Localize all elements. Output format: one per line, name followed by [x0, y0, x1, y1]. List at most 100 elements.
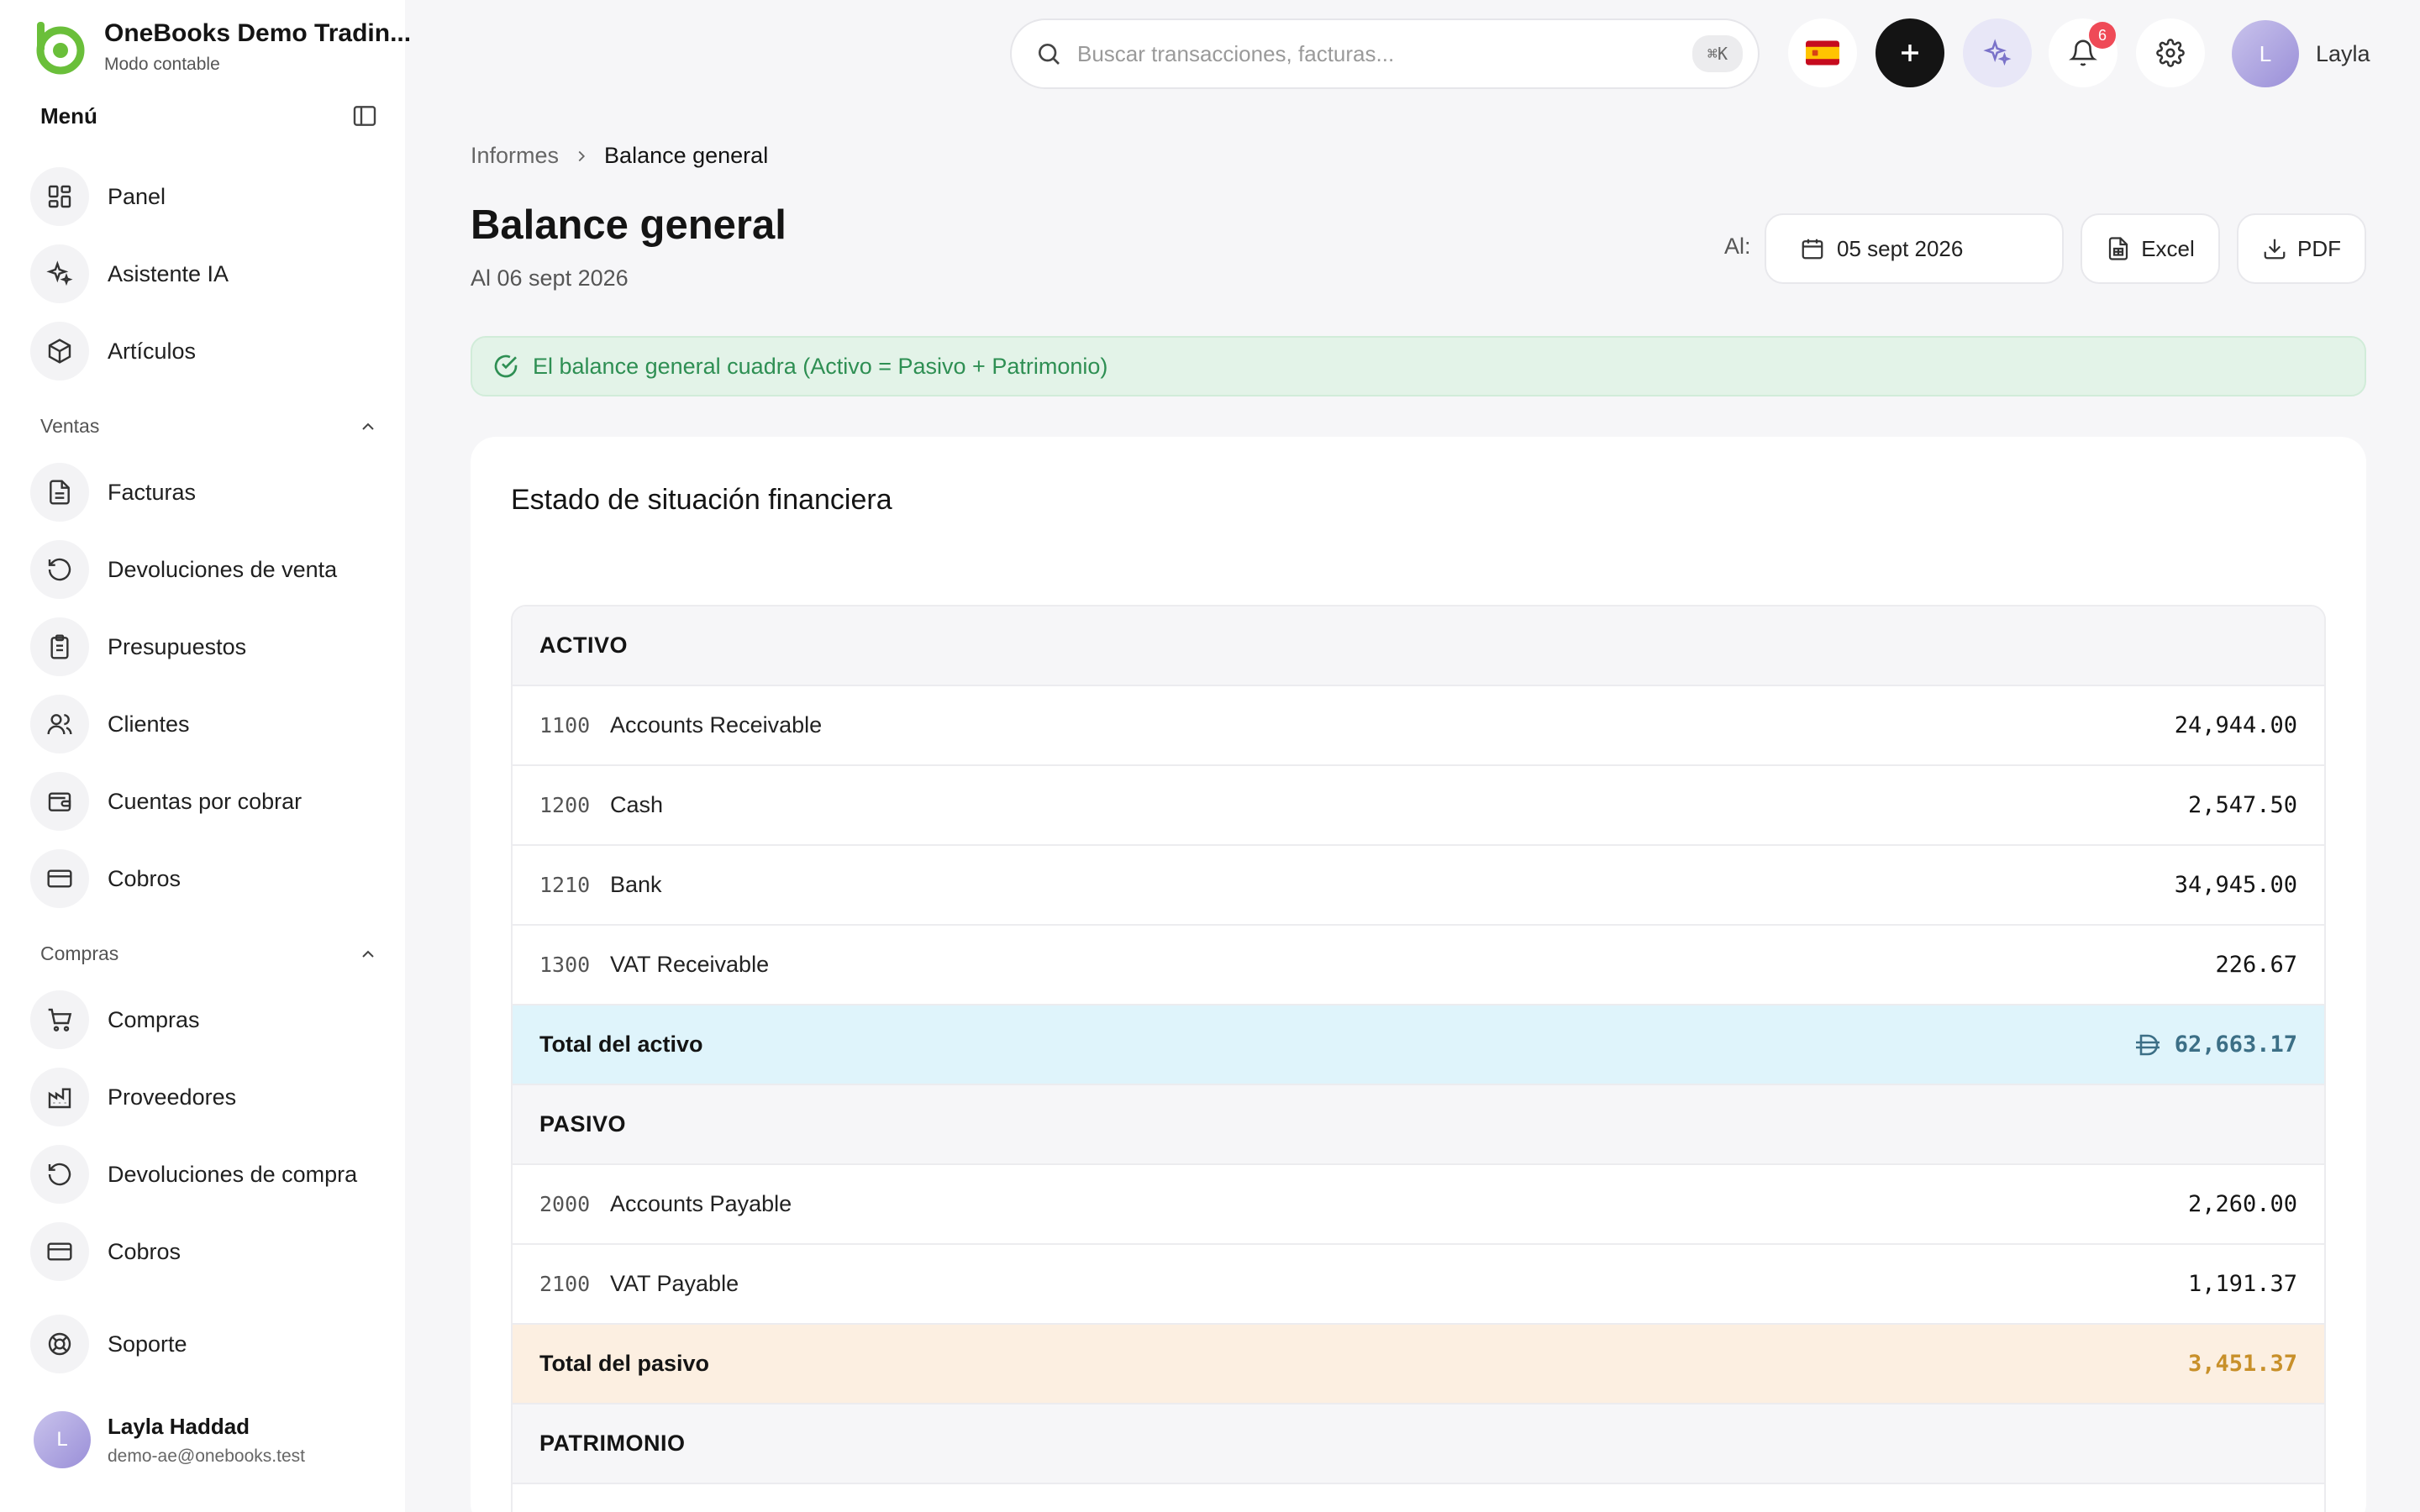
sidebar-item-receivables[interactable]: Cuentas por cobrar — [30, 772, 383, 831]
brand[interactable]: OneBooks Demo Tradin... Modo contable — [30, 18, 411, 76]
top-user-menu[interactable]: L Layla — [2232, 20, 2370, 87]
chevron-up-icon — [362, 950, 374, 958]
spreadsheet-icon — [2109, 237, 2128, 260]
sidebar-item-suppliers[interactable]: Proveedores — [30, 1068, 383, 1126]
sidebar-item-panel[interactable]: Panel — [30, 167, 383, 226]
table-row[interactable]: 2000 Accounts Payable 2,260.00 — [513, 1165, 2324, 1245]
sidebar-item-sales-returns[interactable]: Devoluciones de venta — [30, 540, 383, 599]
sidebar-item-label: Cobros — [108, 865, 182, 891]
report-title: Estado de situación financiera — [511, 484, 892, 516]
sidebar-item-quotes[interactable]: Presupuestos — [30, 617, 383, 676]
avatar: L — [34, 1411, 91, 1468]
as-of-label: Al: — [1724, 234, 1751, 259]
account-amount: 2,260.00 — [2187, 1191, 2297, 1217]
account-name: VAT Receivable — [610, 952, 770, 977]
balance-status-banner: El balance general cuadra (Activo = Pasi… — [471, 336, 2366, 396]
account-code: 2000 — [539, 1192, 591, 1216]
sidebar-item-label: Asistente IA — [108, 260, 229, 286]
sidebar-item-invoices[interactable]: Facturas — [30, 463, 383, 522]
export-pdf-button[interactable]: PDF — [2237, 213, 2366, 284]
sidebar-item-purchases[interactable]: Compras — [30, 990, 383, 1049]
dashboard-icon — [48, 185, 71, 208]
chevron-up-icon — [362, 423, 374, 430]
sidebar-item-support[interactable]: Soporte — [30, 1315, 383, 1373]
table-row[interactable]: 1200 Cash 2,547.50 — [513, 766, 2324, 846]
total-liabilities-label: Total del pasivo — [539, 1351, 710, 1376]
sidebar-item-label: Artículos — [108, 338, 197, 364]
section-compras-header[interactable]: Compras — [40, 942, 378, 965]
date-value: 05 sept 2026 — [1837, 235, 1964, 261]
avatar: L — [2232, 20, 2299, 87]
total-assets-row: Total del activo 62,663.17 — [513, 1005, 2324, 1085]
sidebar-item-payments[interactable]: Cobros — [30, 1222, 383, 1281]
total-assets-amount: 62,663.17 — [2134, 1032, 2297, 1058]
total-assets-value: 62,663.17 — [2174, 1032, 2297, 1058]
spain-flag-icon — [1806, 40, 1839, 66]
breadcrumb: Informes Balance general — [471, 143, 768, 169]
account-amount: 226.67 — [2215, 952, 2297, 978]
settings-button[interactable] — [2136, 18, 2205, 87]
date-picker[interactable]: 05 sept 2026 — [1765, 213, 2064, 284]
breadcrumb-reports-link[interactable]: Informes — [471, 143, 559, 169]
table-row[interactable]: 1300 VAT Receivable 226.67 — [513, 926, 2324, 1005]
search-input[interactable] — [1077, 40, 1692, 67]
gear-icon — [2156, 39, 2185, 67]
sidebar-item-customers[interactable]: Clientes — [30, 695, 383, 753]
liabilities-heading: PASIVO — [539, 1111, 627, 1137]
calendar-icon — [1802, 239, 1823, 260]
notifications-button[interactable]: 6 — [2049, 18, 2118, 87]
table-row[interactable]: 1100 Accounts Receivable 24,944.00 — [513, 686, 2324, 766]
section-row-liabilities: PASIVO — [513, 1085, 2324, 1165]
sidebar-item-label: Cuentas por cobrar — [108, 788, 302, 814]
plus-icon — [1902, 45, 1918, 61]
document-icon — [50, 480, 70, 505]
credit-card-icon — [47, 1242, 72, 1261]
sidebar-item-label: Proveedores — [108, 1084, 237, 1110]
account-amount: 24,944.00 — [2174, 712, 2297, 738]
assets-heading: ACTIVO — [539, 633, 629, 658]
sidebar-item-purchase-returns[interactable]: Devoluciones de compra — [30, 1145, 383, 1204]
sidebar-item-label: Presupuestos — [108, 633, 247, 659]
menu-header: Menú — [40, 102, 378, 129]
page-subtitle: Al 06 sept 2026 — [471, 265, 629, 291]
section-ventas-header[interactable]: Ventas — [40, 415, 378, 438]
company-mode: Modo contable — [104, 55, 220, 74]
search-icon — [1039, 44, 1060, 65]
search-bar[interactable]: ⌘K — [1010, 18, 1760, 89]
sparkles-icon — [46, 260, 73, 286]
account-name: VAT Payable — [610, 1271, 739, 1296]
sidebar-user-card[interactable]: L Layla Haddad demo-ae@onebooks.test — [34, 1411, 305, 1468]
table-row[interactable]: 1210 Bank 34,945.00 — [513, 846, 2324, 926]
sidebar-item-label: Panel — [108, 183, 166, 209]
sidebar-collapse-icon[interactable] — [351, 102, 378, 129]
undo-icon — [48, 1163, 71, 1186]
check-circle-icon — [494, 354, 518, 378]
sparkles-icon — [1983, 39, 2012, 66]
sidebar: OneBooks Demo Tradin... Modo contable Me… — [0, 0, 411, 1512]
report-card: Estado de situación financiera ACTIVO 11… — [471, 437, 2366, 1512]
table-row[interactable]: 2100 VAT Payable 1,191.37 — [513, 1245, 2324, 1325]
account-name: Cash — [610, 792, 664, 817]
sidebar-item-articles[interactable]: Artículos — [30, 322, 383, 381]
export-excel-button[interactable]: Excel — [2081, 213, 2220, 284]
ai-assistant-button[interactable] — [1963, 18, 2032, 87]
notification-count-badge: 6 — [2089, 22, 2116, 49]
sidebar-item-label: Devoluciones de compra — [108, 1161, 358, 1187]
download-icon — [2264, 239, 2286, 260]
sidebar-item-ai-assistant[interactable]: Asistente IA — [30, 244, 383, 303]
language-button[interactable] — [1788, 18, 1857, 87]
user-email: demo-ae@onebooks.test — [108, 1446, 305, 1466]
user-name: Layla Haddad — [108, 1413, 250, 1439]
create-new-button[interactable] — [1876, 18, 1944, 87]
clipboard-icon — [50, 634, 69, 659]
account-amount: 34,945.00 — [2174, 872, 2297, 898]
sidebar-item-label: Compras — [108, 1006, 200, 1032]
company-name: OneBooks Demo Tradin... — [104, 19, 412, 47]
pdf-label: PDF — [2297, 235, 2341, 261]
total-liabilities-amount: 3,451.37 — [2187, 1351, 2297, 1377]
chevron-right-icon — [578, 150, 586, 161]
account-code: 1300 — [539, 953, 591, 977]
balance-sheet-table: ACTIVO 1100 Accounts Receivable 24,944.0… — [511, 605, 2326, 1512]
sidebar-item-collections[interactable]: Cobros — [30, 849, 383, 908]
account-name: Bank — [610, 872, 662, 897]
